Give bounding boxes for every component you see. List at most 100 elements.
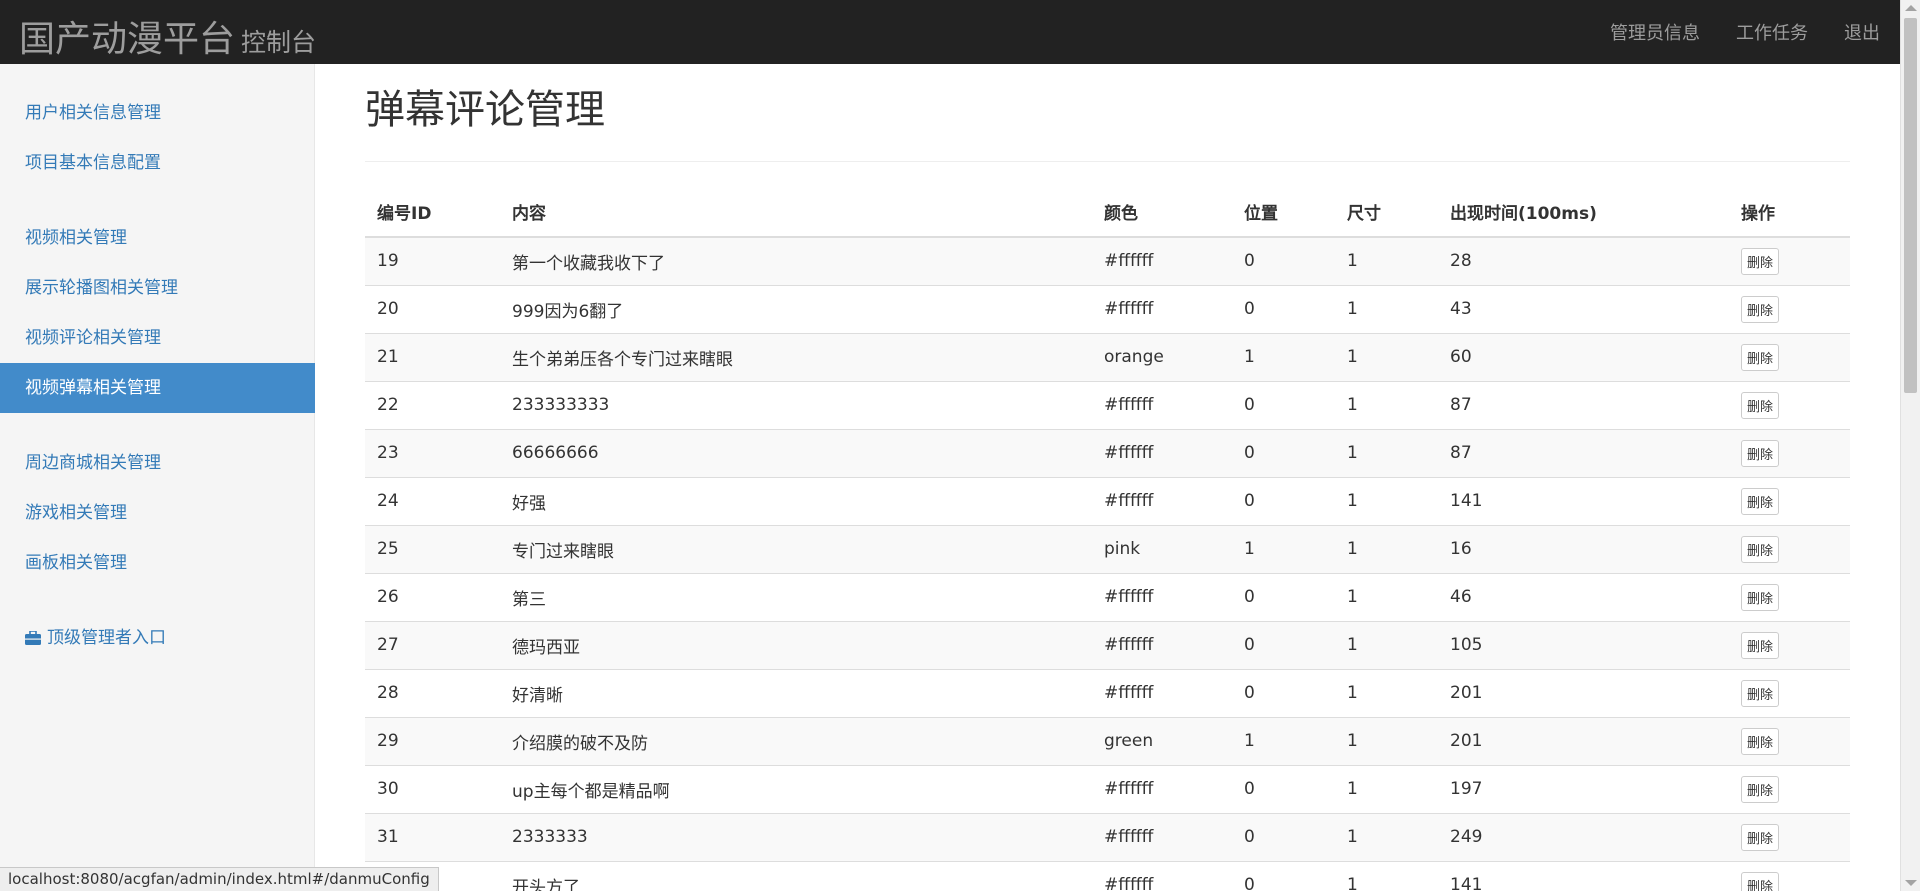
cell-content: 第三 <box>500 572 1092 621</box>
cell-color: orange <box>1092 332 1232 381</box>
table-row: 21 生个弟弟压各个专门过来瞎眼 orange 1 1 60 删除 <box>365 332 1850 381</box>
delete-button[interactable]: 删除 <box>1741 679 1780 707</box>
delete-button[interactable]: 删除 <box>1741 823 1780 851</box>
briefcase-icon <box>25 615 41 665</box>
cell-actions: 删除 <box>1729 668 1850 717</box>
cell-size: 1 <box>1335 572 1438 621</box>
cell-position: 0 <box>1232 380 1335 429</box>
sidebar-item-carousel[interactable]: 展示轮播图相关管理 <box>0 263 315 313</box>
cell-id: 28 <box>365 668 500 717</box>
cell-actions: 删除 <box>1729 860 1850 891</box>
col-header-color[interactable]: 颜色 <box>1092 187 1232 238</box>
cell-actions: 删除 <box>1729 476 1850 525</box>
col-header-id[interactable]: 编号ID <box>365 187 500 238</box>
table-row: 31 2333333 #ffffff 0 1 249 删除 <box>365 812 1850 861</box>
logout-link[interactable]: 退出 <box>1844 19 1880 45</box>
cell-size: 1 <box>1335 764 1438 813</box>
page-title: 弹幕评论管理 <box>365 87 605 133</box>
cell-content: up主每个都是精品啊 <box>500 764 1092 813</box>
cell-id: 19 <box>365 236 500 285</box>
delete-button[interactable]: 删除 <box>1741 871 1780 891</box>
cell-content: 2333333 <box>500 812 1092 861</box>
delete-button[interactable]: 删除 <box>1741 439 1780 467</box>
cell-id: 21 <box>365 332 500 381</box>
table-row: 25 专门过来瞎眼 pink 1 1 16 删除 <box>365 524 1850 573</box>
sidebar-item-drawing-board[interactable]: 画板相关管理 <box>0 538 315 588</box>
cell-size: 1 <box>1335 380 1438 429</box>
brand[interactable]: 国产动漫平台 控制台 <box>19 10 316 62</box>
cell-actions: 删除 <box>1729 236 1850 285</box>
sidebar-item-project-config[interactable]: 项目基本信息配置 <box>0 138 315 188</box>
delete-button[interactable]: 删除 <box>1741 247 1780 275</box>
cell-size: 1 <box>1335 332 1438 381</box>
col-header-position[interactable]: 位置 <box>1232 187 1335 238</box>
sidebar-item-super-admin[interactable]: 顶级管理者入口 <box>0 613 315 663</box>
cell-appear-time: 28 <box>1438 236 1729 285</box>
cell-size: 1 <box>1335 668 1438 717</box>
cell-color: pink <box>1092 524 1232 573</box>
cell-id: 22 <box>365 380 500 429</box>
cell-content: 好清晰 <box>500 668 1092 717</box>
sidebar-item-shop[interactable]: 周边商城相关管理 <box>0 438 315 488</box>
delete-button[interactable]: 删除 <box>1741 343 1780 371</box>
cell-id: 27 <box>365 620 500 669</box>
scroll-thumb[interactable] <box>1904 18 1917 393</box>
table-row: 19 第一个收藏我收下了 #ffffff 0 1 28 删除 <box>365 236 1850 285</box>
table-row: 29 介绍膜的破不及防 green 1 1 201 删除 <box>365 716 1850 765</box>
delete-button[interactable]: 删除 <box>1741 487 1780 515</box>
delete-button[interactable]: 删除 <box>1741 583 1780 611</box>
cell-color: #ffffff <box>1092 284 1232 333</box>
cell-actions: 删除 <box>1729 812 1850 861</box>
table-row: 26 第三 #ffffff 0 1 46 删除 <box>365 572 1850 621</box>
delete-button[interactable]: 删除 <box>1741 727 1780 755</box>
vertical-scrollbar[interactable] <box>1900 0 1920 891</box>
delete-button[interactable]: 删除 <box>1741 535 1780 563</box>
cell-size: 1 <box>1335 860 1438 891</box>
cell-color: #ffffff <box>1092 572 1232 621</box>
scroll-down-icon[interactable] <box>1905 880 1917 886</box>
col-header-size[interactable]: 尺寸 <box>1335 187 1438 238</box>
cell-content: 66666666 <box>500 428 1092 477</box>
cell-content: 999因为6翻了 <box>500 284 1092 333</box>
col-header-appear-time[interactable]: 出现时间(100ms) <box>1438 187 1729 238</box>
brand-title: 国产动漫平台 <box>19 19 236 60</box>
cell-actions: 删除 <box>1729 764 1850 813</box>
scroll-up-icon[interactable] <box>1905 5 1917 11</box>
cell-position: 0 <box>1232 236 1335 285</box>
cell-appear-time: 60 <box>1438 332 1729 381</box>
table-row: 22 233333333 #ffffff 0 1 87 删除 <box>365 380 1850 429</box>
cell-appear-time: 249 <box>1438 812 1729 861</box>
cell-size: 1 <box>1335 476 1438 525</box>
cell-size: 1 <box>1335 812 1438 861</box>
cell-actions: 删除 <box>1729 428 1850 477</box>
col-header-content[interactable]: 内容 <box>500 187 1092 238</box>
cell-color: #ffffff <box>1092 428 1232 477</box>
work-tasks-link[interactable]: 工作任务 <box>1736 19 1808 45</box>
delete-button[interactable]: 删除 <box>1741 295 1780 323</box>
cell-color: #ffffff <box>1092 764 1232 813</box>
cell-size: 1 <box>1335 284 1438 333</box>
sidebar-item-video-danmu[interactable]: 视频弹幕相关管理 <box>0 363 315 413</box>
cell-position: 0 <box>1232 476 1335 525</box>
admin-info-link[interactable]: 管理员信息 <box>1610 19 1700 45</box>
delete-button[interactable]: 删除 <box>1741 631 1780 659</box>
cell-size: 1 <box>1335 236 1438 285</box>
cell-appear-time: 87 <box>1438 380 1729 429</box>
top-navbar: 国产动漫平台 控制台 管理员信息 工作任务 退出 <box>0 0 1920 64</box>
cell-position: 1 <box>1232 332 1335 381</box>
cell-id: 29 <box>365 716 500 765</box>
cell-id: 24 <box>365 476 500 525</box>
sidebar-item-games[interactable]: 游戏相关管理 <box>0 488 315 538</box>
sidebar-item-video-comments[interactable]: 视频评论相关管理 <box>0 313 315 363</box>
table-row: 23 66666666 #ffffff 0 1 87 删除 <box>365 428 1850 477</box>
status-bar-url: localhost:8080/acgfan/admin/index.html#/… <box>0 867 439 891</box>
sidebar-item-user-info[interactable]: 用户相关信息管理 <box>0 88 315 138</box>
navbar-links: 管理员信息 工作任务 退出 <box>1574 0 1880 64</box>
cell-actions: 删除 <box>1729 332 1850 381</box>
delete-button[interactable]: 删除 <box>1741 391 1780 419</box>
cell-actions: 删除 <box>1729 524 1850 573</box>
sidebar-item-video[interactable]: 视频相关管理 <box>0 213 315 263</box>
cell-content: 生个弟弟压各个专门过来瞎眼 <box>500 332 1092 381</box>
delete-button[interactable]: 删除 <box>1741 775 1780 803</box>
col-header-actions: 操作 <box>1729 187 1850 238</box>
